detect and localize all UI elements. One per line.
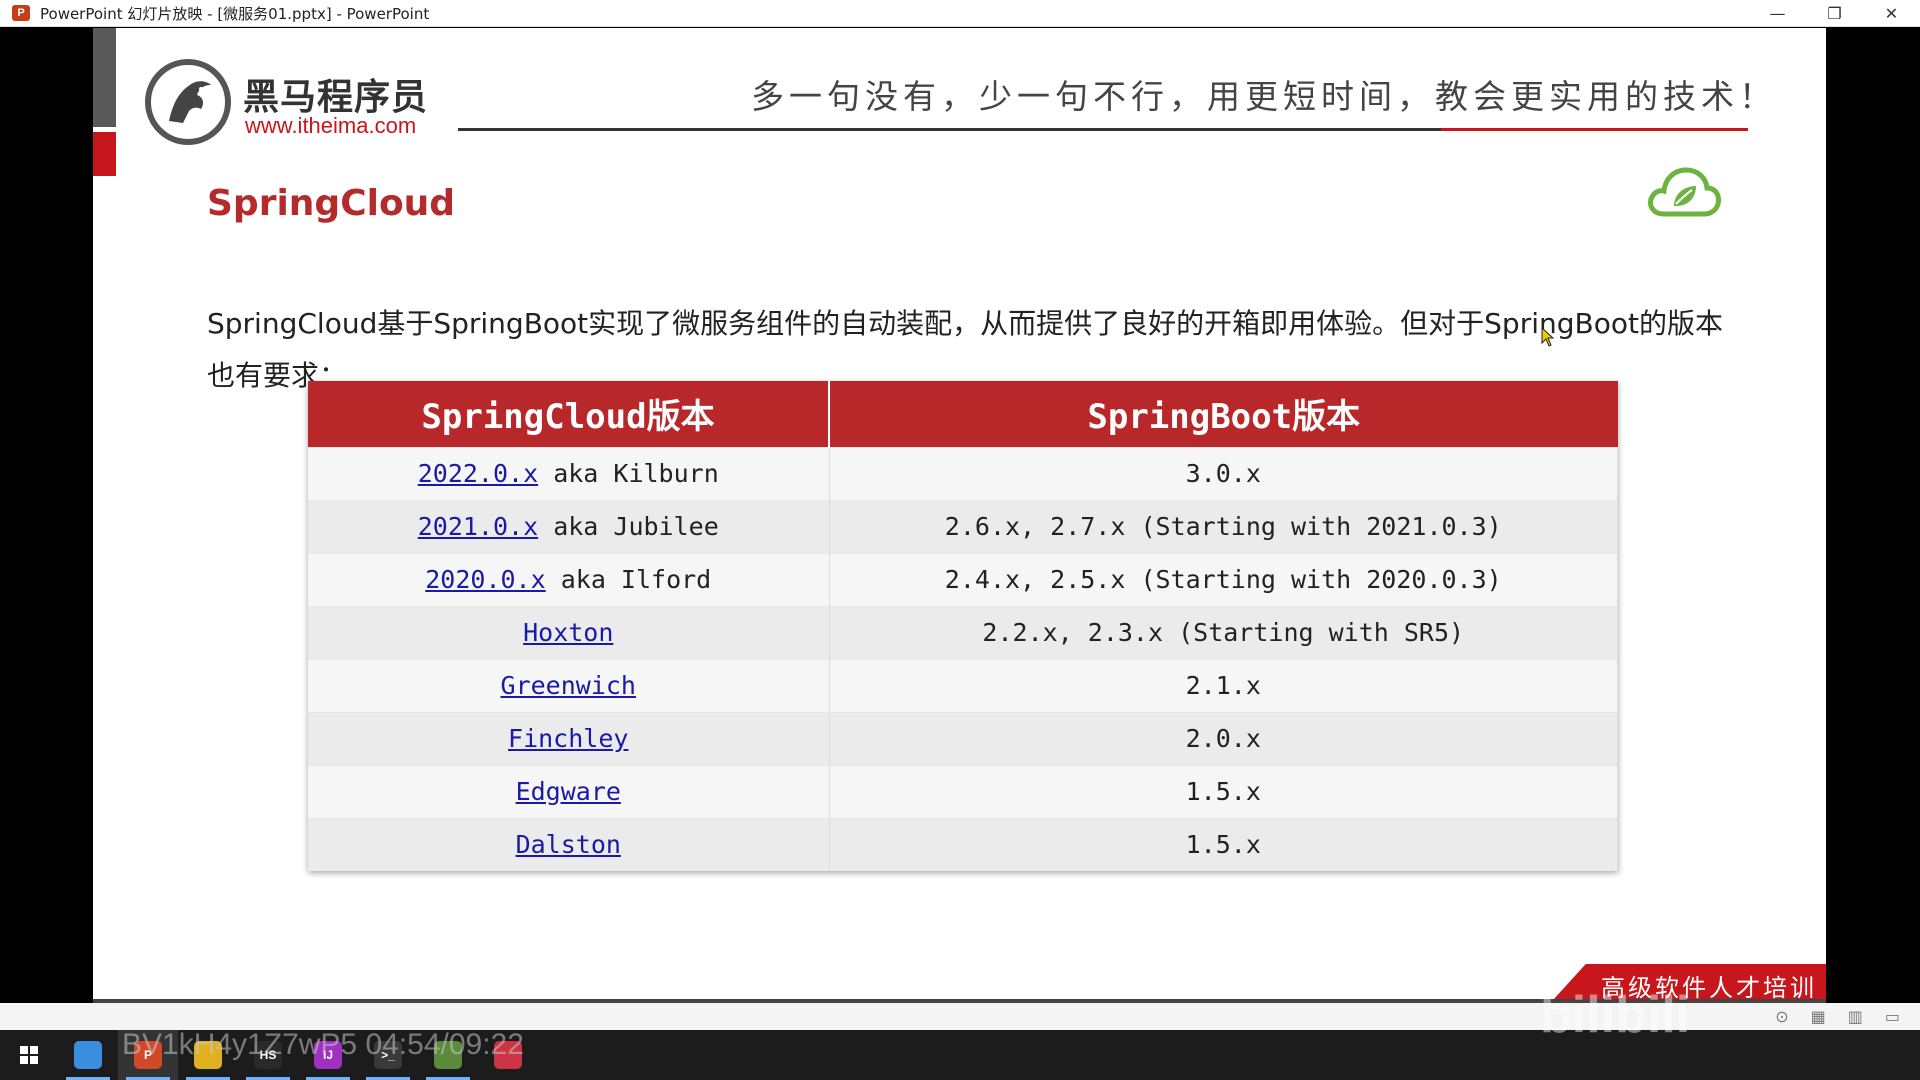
column-header-springcloud: SpringCloud版本: [308, 381, 830, 447]
version-link-edgware[interactable]: Edgware: [516, 777, 621, 806]
view-controls: ⊙ ▦ ▥ ▭: [1775, 1007, 1900, 1026]
start-button[interactable]: [0, 1030, 58, 1080]
version-table: SpringCloud版本 SpringBoot版本 2022.0.x aka …: [308, 381, 1618, 871]
windows-icon: [20, 1046, 38, 1064]
spring-cloud-icon: [1646, 164, 1722, 224]
version-link-kilburn[interactable]: 2022.0.x: [418, 459, 538, 488]
video-overlay-text: BV1kH4y1Z7wP5 04:54/09:22: [122, 1028, 524, 1061]
table-row: 2021.0.x aka Jubilee 2.6.x, 2.7.x (Start…: [308, 499, 1618, 553]
logo-url: www.itheima.com: [245, 113, 417, 138]
heima-logo-icon: [145, 59, 231, 145]
springcloud-version-cell: Hoxton: [308, 605, 830, 659]
restore-button[interactable]: ❐: [1806, 0, 1863, 27]
springcloud-version-cell: Finchley: [308, 711, 830, 765]
minimize-button[interactable]: —: [1749, 0, 1806, 27]
normal-view-icon[interactable]: ▦: [1811, 1007, 1826, 1026]
springboot-version-cell: 1.5.x: [829, 764, 1618, 818]
table-row: Edgware 1.5.x: [308, 764, 1618, 818]
left-accent-gray: [93, 28, 116, 127]
springcloud-version-cell: 2020.0.x aka Ilford: [308, 552, 830, 606]
version-link-ilford[interactable]: 2020.0.x: [425, 565, 545, 594]
table-row: Hoxton 2.2.x, 2.3.x (Starting with SR5): [308, 605, 1618, 659]
table-row: 2020.0.x aka Ilford 2.4.x, 2.5.x (Starti…: [308, 552, 1618, 606]
slideshow-view-icon[interactable]: ▭: [1885, 1007, 1900, 1026]
version-link-jubilee[interactable]: 2021.0.x: [418, 512, 538, 541]
springboot-version-cell: 3.0.x: [829, 446, 1618, 500]
version-link-dalston[interactable]: Dalston: [516, 830, 621, 859]
header-divider-accent: [1441, 128, 1748, 131]
finder-icon: [74, 1041, 102, 1069]
reading-view-icon[interactable]: ▥: [1848, 1007, 1863, 1026]
window-title: PowerPoint 幻灯片放映 - [微服务01.pptx] - PowerP…: [40, 4, 430, 23]
springboot-version-cell: 2.2.x, 2.3.x (Starting with SR5): [829, 605, 1618, 659]
slide[interactable]: 黑马程序员 www.itheima.com 多一句没有，少一句不行，用更短时间，…: [93, 28, 1826, 1003]
table-row: Dalston 1.5.x: [308, 817, 1618, 871]
bilibili-watermark: bilibili: [1540, 986, 1691, 1044]
slogan: 多一句没有，少一句不行，用更短时间，教会更实用的技术！: [751, 77, 1777, 116]
version-alias: aka Ilford: [545, 565, 712, 594]
version-alias: aka Kilburn: [538, 459, 719, 488]
springboot-version-cell: 2.1.x: [829, 658, 1618, 712]
table-row: 2022.0.x aka Kilburn 3.0.x: [308, 446, 1618, 500]
table-row: Greenwich 2.1.x: [308, 658, 1618, 712]
powerpoint-icon: P: [12, 5, 30, 21]
springboot-version-cell: 1.5.x: [829, 817, 1618, 871]
version-link-finchley[interactable]: Finchley: [508, 724, 628, 753]
springcloud-version-cell: 2022.0.x aka Kilburn: [308, 446, 830, 500]
table-header-row: SpringCloud版本 SpringBoot版本: [308, 381, 1618, 447]
springboot-version-cell: 2.6.x, 2.7.x (Starting with 2021.0.3): [829, 499, 1618, 553]
springcloud-version-cell: Edgware: [308, 764, 830, 818]
slide-title: SpringCloud: [207, 183, 456, 224]
mouse-cursor-icon: [1541, 327, 1555, 347]
zoom-icon[interactable]: ⊙: [1775, 1007, 1788, 1026]
version-alias: aka Jubilee: [538, 512, 719, 541]
springcloud-version-cell: Greenwich: [308, 658, 830, 712]
springboot-version-cell: 2.4.x, 2.5.x (Starting with 2020.0.3): [829, 552, 1618, 606]
springcloud-version-cell: Dalston: [308, 817, 830, 871]
left-accent-red: [93, 132, 116, 176]
window-titlebar: P PowerPoint 幻灯片放映 - [微服务01.pptx] - Powe…: [0, 0, 1920, 27]
version-link-greenwich[interactable]: Greenwich: [501, 671, 636, 700]
version-link-hoxton[interactable]: Hoxton: [523, 618, 613, 647]
column-header-springboot: SpringBoot版本: [829, 381, 1618, 447]
springboot-version-cell: 2.0.x: [829, 711, 1618, 765]
window-controls: — ❐ ✕: [1749, 0, 1920, 27]
close-button[interactable]: ✕: [1863, 0, 1920, 27]
taskbar-app-finder[interactable]: [58, 1030, 118, 1080]
table-row: Finchley 2.0.x: [308, 711, 1618, 765]
springcloud-version-cell: 2021.0.x aka Jubilee: [308, 499, 830, 553]
